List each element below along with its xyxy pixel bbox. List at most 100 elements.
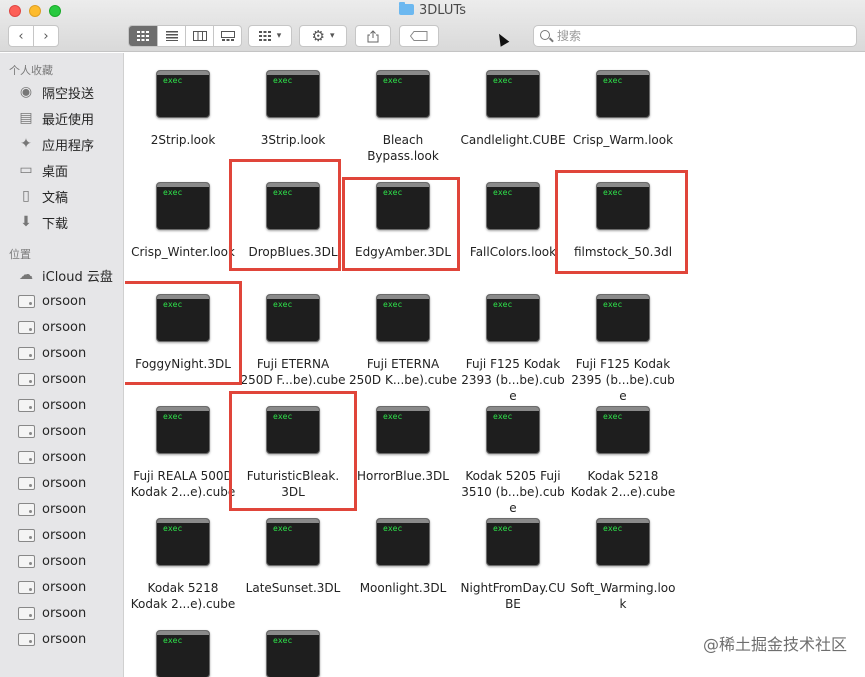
tags-button[interactable]	[399, 25, 439, 47]
applications-icon: ✦	[20, 136, 32, 152]
recents-icon: ▤	[19, 110, 33, 126]
sidebar-item-location[interactable]: orsoon	[17, 447, 86, 467]
file-name-line: Crisp_Winter.look	[131, 245, 235, 259]
exec-label: exec	[493, 76, 513, 85]
file-item[interactable]: exec Kodak 5218 Kodak 2...e).cube	[128, 518, 238, 612]
sidebar-item-favorite[interactable]: ▯ 文稿	[17, 186, 68, 206]
search-input[interactable]	[557, 28, 847, 44]
sidebar-item-label: 隔空投送	[42, 86, 95, 102]
sidebar-item-favorite[interactable]: ◉ 隔空投送	[17, 82, 94, 102]
file-name-line: 3510 (b...be).cube	[461, 485, 565, 515]
sidebar-item-location[interactable]: orsoon	[17, 629, 86, 649]
gallery-view-button[interactable]	[214, 26, 241, 46]
sidebar-item-location[interactable]: orsoon	[17, 499, 86, 519]
column-view-button[interactable]	[186, 26, 213, 46]
sidebar-item-location[interactable]: orsoon	[17, 551, 86, 571]
forward-button[interactable]: ›	[34, 26, 58, 46]
sidebar-item-label: orsoon	[42, 319, 87, 335]
file-item[interactable]: exec Fuji ETERNA 250D K...be).cube	[348, 294, 458, 388]
file-item[interactable]: exec Kodak 5218 Kodak 2...e).cube	[568, 406, 678, 500]
sidebar-item-favorite[interactable]: ✦ 应用程序	[17, 134, 94, 154]
file-name-line: k	[619, 597, 627, 611]
file-item[interactable]: exec Bleach Bypass.look	[348, 70, 458, 164]
sidebar-item-location[interactable]: orsoon	[17, 369, 86, 389]
sidebar-item-location[interactable]: ☁ iCloud 云盘	[17, 265, 113, 285]
file-item[interactable]: exec Crisp_Warm.look	[568, 70, 678, 148]
terminal-exec-icon: exec	[486, 406, 540, 454]
file-name: Fuji F125 Kodak 2395 (b...be).cube	[568, 356, 678, 404]
file-name: 3Strip.look	[238, 132, 348, 148]
sidebar-item-location[interactable]: orsoon	[17, 577, 86, 597]
file-name: Bleach Bypass.look	[348, 132, 458, 164]
file-item[interactable]: exec Soft_Warming.loo k	[568, 518, 678, 612]
file-name-line: 250D F...be).cube	[240, 373, 346, 387]
sidebar-item-location[interactable]: orsoon	[17, 395, 86, 415]
file-name-line: HorrorBlue.3DL	[357, 469, 449, 483]
sidebar-item-favorite[interactable]: ⬇ 下载	[17, 212, 68, 232]
list-view-button[interactable]	[158, 26, 185, 46]
file-name: Fuji F125 Kodak 2393 (b...be).cube	[458, 356, 568, 404]
sidebar-item-label: iCloud 云盘	[42, 269, 113, 285]
file-name: NightFromDay.CU BE	[458, 580, 568, 612]
file-item[interactable]: exec 3Strip.look	[238, 70, 348, 148]
back-button[interactable]: ‹	[9, 26, 33, 46]
file-item[interactable]: exec Candlelight.CUBE	[458, 70, 568, 148]
file-item[interactable]: exec Fuji F125 Kodak 2393 (b...be).cube	[458, 294, 568, 404]
file-item[interactable]: exec Moonlight.3DL	[348, 518, 458, 596]
file-name: Fuji ETERNA 250D K...be).cube	[348, 356, 458, 388]
exec-label: exec	[383, 412, 403, 421]
sidebar-item-favorite[interactable]: ▤ 最近使用	[17, 108, 94, 128]
file-item[interactable]: exec Fuji F125 Kodak 2395 (b...be).cube	[568, 294, 678, 404]
file-item[interactable]: exec	[238, 630, 348, 677]
window-title: 3DLUTs	[0, 2, 865, 18]
file-item[interactable]: exec NightFromDay.CU BE	[458, 518, 568, 612]
disk-icon	[17, 397, 35, 413]
sidebar-item-location[interactable]: orsoon	[17, 473, 86, 493]
sidebar-item-location[interactable]: orsoon	[17, 291, 86, 311]
sidebar-item-location[interactable]: orsoon	[17, 343, 86, 363]
share-button[interactable]	[355, 25, 391, 47]
file-name: LateSunset.3DL	[238, 580, 348, 596]
file-item[interactable]: exec LateSunset.3DL	[238, 518, 348, 596]
file-name: Kodak 5218 Kodak 2...e).cube	[128, 580, 238, 612]
nav-buttons: ‹ ›	[8, 25, 59, 47]
terminal-exec-icon: exec	[376, 518, 430, 566]
sidebar-item-label: orsoon	[42, 475, 87, 491]
file-item[interactable]: exec Kodak 5205 Fuji 3510 (b...be).cube	[458, 406, 568, 516]
group-by-button[interactable]: ▾	[248, 25, 292, 47]
sidebar-item-favorite[interactable]: ▭ 桌面	[17, 160, 68, 180]
disk-icon	[17, 319, 35, 335]
file-name: FallColors.look	[458, 244, 568, 260]
exec-label: exec	[163, 76, 183, 85]
file-item[interactable]: exec	[128, 630, 238, 677]
sidebar-item-location[interactable]: orsoon	[17, 317, 86, 337]
file-item[interactable]: exec 2Strip.look	[128, 70, 238, 148]
cloud-icon: ☁	[19, 267, 33, 283]
sidebar-item-label: orsoon	[42, 501, 87, 517]
sidebar-item-location[interactable]: orsoon	[17, 421, 86, 441]
file-name-line: FallColors.look	[469, 245, 557, 259]
sidebar-item-location[interactable]: orsoon	[17, 603, 86, 623]
highlight-box	[125, 281, 242, 385]
icon-view-button[interactable]	[129, 26, 157, 46]
file-item[interactable]: exec FallColors.look	[458, 182, 568, 260]
sidebar-item-label: orsoon	[42, 579, 87, 595]
search-field[interactable]	[533, 25, 857, 47]
file-item[interactable]: exec Fuji ETERNA 250D F...be).cube	[238, 294, 348, 388]
file-item[interactable]: exec HorrorBlue.3DL	[348, 406, 458, 484]
exec-label: exec	[273, 524, 293, 533]
sidebar-item-label: orsoon	[42, 397, 87, 413]
sidebar-item-label: orsoon	[42, 371, 87, 387]
terminal-exec-icon: exec	[266, 70, 320, 118]
file-item[interactable]: exec Crisp_Winter.look	[128, 182, 238, 260]
sidebar-item-label: orsoon	[42, 293, 87, 309]
exec-label: exec	[383, 76, 403, 85]
sidebar-item-location[interactable]: orsoon	[17, 525, 86, 545]
sidebar-item-label: 下载	[42, 216, 69, 232]
terminal-exec-icon: exec	[156, 630, 210, 677]
file-item[interactable]: exec Fuji REALA 500D Kodak 2...e).cube	[128, 406, 238, 500]
file-name: Moonlight.3DL	[348, 580, 458, 596]
file-name-line: Bleach	[382, 133, 424, 147]
exec-label: exec	[163, 412, 183, 421]
action-button[interactable]: ⚙ ▾	[299, 25, 347, 47]
